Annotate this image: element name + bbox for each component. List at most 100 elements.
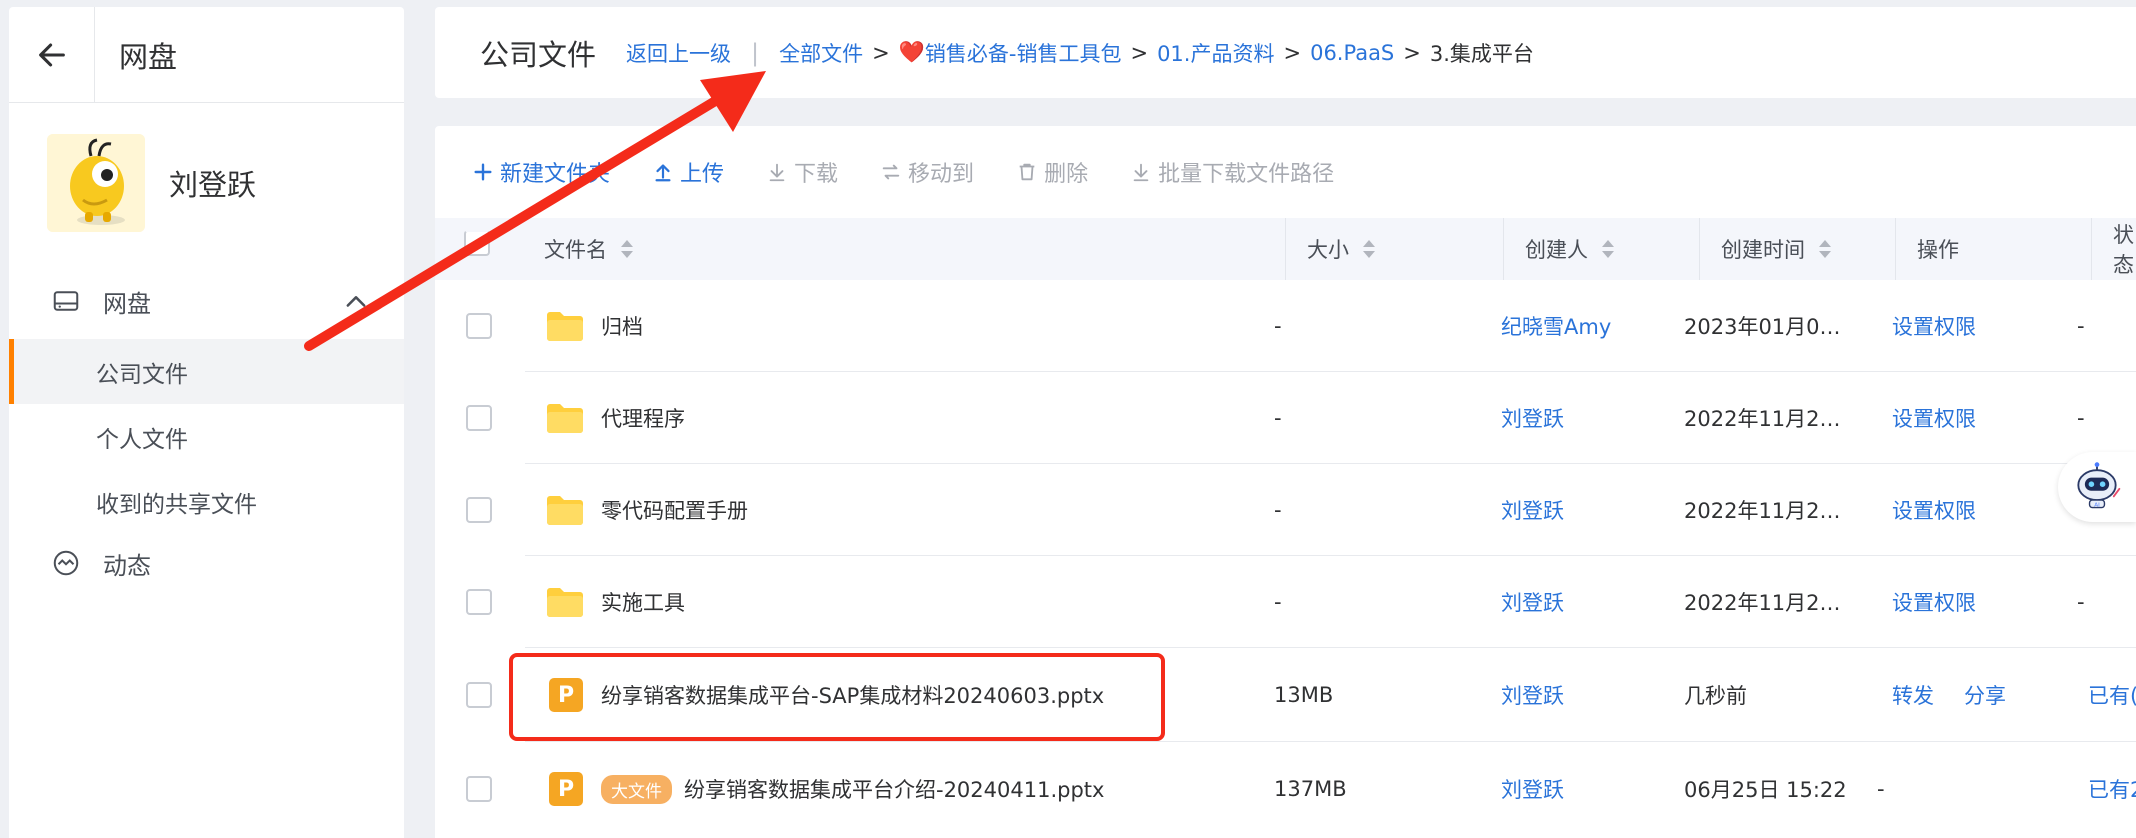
delete-label: 删除 [1044, 162, 1089, 187]
sidebar-item-label: 个人文件 [96, 426, 188, 453]
row-checkbox[interactable] [466, 497, 492, 523]
ops-cell: - [1877, 777, 1885, 801]
set-permission-link[interactable]: 设置权限 [1892, 311, 1976, 341]
col-name-header[interactable]: 文件名 [544, 218, 1286, 280]
size-cell: 137MB [1274, 777, 1347, 801]
status-cell[interactable]: 已有( [2088, 648, 2136, 742]
upload-icon [655, 164, 671, 182]
status-cell: - [2077, 314, 2085, 338]
created-cell: 06月25日 15:22 [1684, 778, 1847, 802]
folder-icon [547, 404, 583, 433]
creator-link[interactable]: 纪晓雪Amy [1501, 280, 1611, 372]
size-cell: 13MB [1274, 683, 1334, 707]
delete-button[interactable]: 删除 [1016, 156, 1088, 188]
creator-link[interactable]: 刘登跃 [1501, 648, 1564, 742]
row-checkbox[interactable] [466, 405, 492, 431]
move-icon [882, 164, 900, 180]
status-cell[interactable]: 已有2 [2088, 742, 2136, 836]
ops-cell: 设置权限 [1892, 464, 2006, 556]
breadcrumb-gt: > [1403, 40, 1421, 65]
creator-link[interactable]: 刘登跃 [1501, 742, 1564, 836]
hard-drive-icon [53, 291, 79, 311]
upload-button[interactable]: 上传 [652, 156, 724, 188]
row-checkbox[interactable] [466, 776, 492, 802]
sidebar-item-company-files[interactable]: 公司文件 [9, 339, 404, 404]
share-link[interactable]: 分享 [1964, 680, 2006, 710]
file-name-cell[interactable]: 代理程序 [545, 372, 685, 464]
created-cell: 2022年11月2… [1684, 407, 1841, 431]
arrow-left-icon [38, 43, 65, 66]
nav-group-activity[interactable]: 动态 [9, 534, 404, 592]
row-checkbox[interactable] [466, 313, 492, 339]
table-row[interactable]: 实施工具 - 刘登跃 2022年11月2… 设置权限 - [435, 556, 2136, 648]
large-file-badge: 大文件 [601, 774, 672, 804]
created-cell: 2022年11月2… [1684, 499, 1841, 523]
created-cell: 2023年01月0… [1684, 315, 1841, 339]
folder-icon [547, 588, 583, 617]
breadcrumb-all-files[interactable]: 全部文件 [779, 38, 863, 68]
size-cell: - [1274, 498, 1282, 522]
forward-link[interactable]: 转发 [1892, 680, 1934, 710]
table-row[interactable]: 归档 - 纪晓雪Amy 2023年01月0… 设置权限 - [435, 280, 2136, 372]
file-name-cell[interactable]: 零代码配置手册 [545, 464, 748, 556]
col-creator-header[interactable]: 创建人 [1504, 218, 1700, 280]
breadcrumb-gt: > [1283, 40, 1302, 65]
breadcrumb-product-materials[interactable]: 01.产品资料 [1157, 38, 1274, 68]
svg-text:AI: AI [2094, 503, 2100, 509]
row-checkbox[interactable] [466, 682, 492, 708]
download-label: 下载 [794, 162, 839, 187]
sort-icon [621, 240, 633, 258]
table-row[interactable]: P 纷享销客数据集成平台-SAP集成材料20240603.pptx 13MB 刘… [435, 648, 2136, 742]
ai-assistant-button[interactable]: AI [2058, 452, 2136, 522]
status-cell: - [2077, 590, 2085, 614]
file-name-cell[interactable]: P 大文件 纷享销客数据集成平台介绍-20240411.pptx [545, 742, 1104, 836]
table-row[interactable]: 代理程序 - 刘登跃 2022年11月2… 设置权限 - [435, 372, 2136, 464]
col-ops-header: 操作 [1896, 218, 2092, 280]
download-button[interactable]: 下载 [766, 156, 838, 188]
breadcrumb-sales-toolkit[interactable]: 销售必备-销售工具包 [925, 38, 1122, 68]
trash-icon [1019, 163, 1035, 181]
breadcrumb-current: 3.集成平台 [1429, 41, 1534, 66]
table-header: 文件名 大小 创建人 创建时间 操作 状态 [435, 218, 2136, 280]
page-title: 公司文件 [480, 37, 597, 72]
sidebar-item-label: 公司文件 [96, 361, 188, 388]
creator-link[interactable]: 刘登跃 [1501, 556, 1564, 648]
col-status-header: 状态 [2113, 223, 2134, 277]
back-up-link[interactable]: 返回上一级 [626, 38, 731, 68]
created-cell: 几秒前 [1684, 684, 1747, 708]
sidebar-item-shared-files[interactable]: 收到的共享文件 [9, 469, 404, 534]
breadcrumb-paas[interactable]: 06.PaaS [1310, 41, 1394, 65]
avatar [47, 134, 145, 232]
sidebar-header: 网盘 [9, 6, 404, 103]
file-name-cell[interactable]: 归档 [545, 280, 643, 372]
set-permission-link[interactable]: 设置权限 [1892, 403, 1976, 433]
sidebar-item-personal-files[interactable]: 个人文件 [9, 404, 404, 469]
heart-icon: ❤️ [898, 40, 925, 64]
table-row[interactable]: 零代码配置手册 - 刘登跃 2022年11月2… 设置权限 - [435, 464, 2136, 556]
col-created-header[interactable]: 创建时间 [1700, 218, 1896, 280]
select-all-checkbox[interactable] [464, 230, 490, 256]
col-size-header[interactable]: 大小 [1286, 218, 1504, 280]
new-folder-button[interactable]: 新建文件夹 [472, 156, 610, 188]
file-name-cell[interactable]: 实施工具 [545, 556, 685, 648]
file-name-cell[interactable]: P 纷享销客数据集成平台-SAP集成材料20240603.pptx [545, 648, 1104, 742]
chevron-up-icon[interactable] [342, 288, 370, 316]
move-to-button[interactable]: 移动到 [880, 156, 974, 188]
back-button[interactable] [9, 6, 95, 103]
nav-group-label: 网盘 [103, 289, 151, 318]
table-row[interactable]: P 大文件 纷享销客数据集成平台介绍-20240411.pptx 137MB 刘… [435, 742, 2136, 836]
download-icon [769, 163, 785, 182]
creator-link[interactable]: 刘登跃 [1501, 464, 1564, 556]
set-permission-link[interactable]: 设置权限 [1892, 587, 1976, 617]
size-cell: - [1274, 406, 1282, 430]
ops-cell: 设置权限 [1892, 556, 2006, 648]
set-permission-link[interactable]: 设置权限 [1892, 495, 1976, 525]
ops-cell: 设置权限 [1892, 280, 2006, 372]
nav-group-netdisk[interactable]: 网盘 [9, 263, 404, 339]
creator-link[interactable]: 刘登跃 [1501, 372, 1564, 464]
batch-download-button[interactable]: 批量下载文件路径 [1130, 156, 1334, 188]
row-checkbox[interactable] [466, 589, 492, 615]
sidebar-item-label: 收到的共享文件 [96, 491, 257, 518]
ops-cell: 设置权限 [1892, 372, 2006, 464]
new-folder-label: 新建文件夹 [500, 162, 611, 187]
